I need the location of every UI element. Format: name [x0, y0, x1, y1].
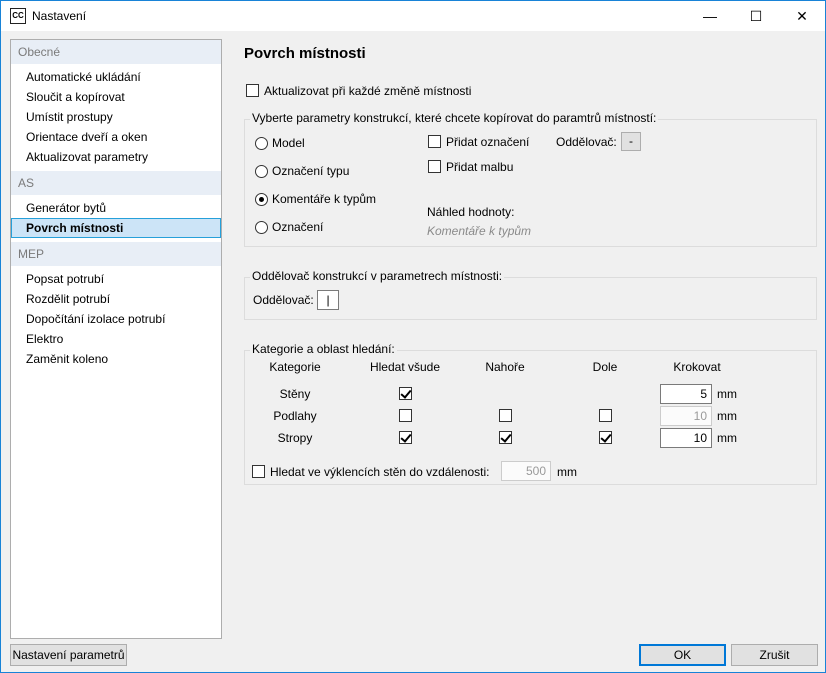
walls-step-unit: mm: [717, 387, 737, 401]
search-group-title: Kategorie a oblast hledání:: [250, 342, 397, 356]
title-bar[interactable]: CC Nastavení — ☐ ✕: [1, 1, 825, 31]
parameter-settings-button[interactable]: Nastavení parametrů: [10, 644, 127, 666]
ceilings-step-unit: mm: [717, 431, 737, 445]
constr-separator-label: Oddělovač:: [253, 293, 314, 307]
col-header-step: Krokovat: [673, 360, 721, 374]
ceilings-top-checkbox[interactable]: [499, 431, 512, 444]
radio-mark[interactable]: [255, 221, 268, 234]
radio-mark-label: Označení: [272, 220, 324, 234]
radio-model-label: Model: [272, 136, 305, 150]
row-ceilings-label: Stropy: [277, 431, 313, 445]
sidebar-item-room-surface[interactable]: Povrch místnosti: [11, 218, 221, 238]
update-on-change-checkbox[interactable]: [246, 84, 259, 97]
ceilings-step-input[interactable]: 10: [660, 428, 712, 448]
radio-type-comments[interactable]: [255, 193, 268, 206]
close-button[interactable]: ✕: [779, 1, 825, 31]
niche-label: Hledat ve výklencích stěn do vzdálenosti…: [270, 465, 490, 479]
radio-type-mark[interactable]: [255, 165, 268, 178]
add-mark-label: Přidat označení: [446, 135, 530, 149]
cancel-button[interactable]: Zrušit: [731, 644, 818, 666]
sidebar-group-general: Obecné: [11, 40, 221, 64]
separator-label: Oddělovač:: [556, 135, 617, 149]
niche-distance-input: 500: [501, 461, 551, 481]
copy-params-group-title: Vyberte parametry konstrukcí, které chce…: [250, 111, 659, 125]
maximize-button[interactable]: ☐: [733, 1, 779, 31]
sidebar-item-apartment-generator[interactable]: Generátor bytů: [11, 198, 221, 218]
radio-type-comments-label: Komentáře k typům: [272, 192, 377, 206]
niche-checkbox[interactable]: [252, 465, 265, 478]
ok-button[interactable]: OK: [639, 644, 726, 666]
separator-group-title: Oddělovač konstrukcí v parametrech místn…: [250, 269, 505, 283]
radio-type-mark-label: Označení typu: [272, 164, 350, 178]
row-floors-label: Podlahy: [273, 409, 317, 423]
sidebar-item-split-pipes[interactable]: Rozdělit potrubí: [11, 289, 221, 309]
floors-step-unit: mm: [717, 409, 737, 423]
sidebar-group-as: AS: [11, 171, 221, 195]
sidebar-item-door-window-orientation[interactable]: Orientace dveří a oken: [11, 127, 221, 147]
sidebar: Obecné Automatické ukládání Sloučit a ko…: [10, 39, 222, 639]
floors-step-input: 10: [660, 406, 712, 426]
add-paint-checkbox[interactable]: [428, 160, 441, 173]
col-header-everywhere: Hledat všude: [369, 360, 441, 374]
window-title: Nastavení: [32, 9, 87, 23]
floors-everywhere-checkbox[interactable]: [399, 409, 412, 422]
settings-window: CC Nastavení — ☐ ✕ Obecné Automatické uk…: [0, 0, 826, 673]
update-on-change-label: Aktualizovat při každé změně místnosti: [264, 84, 472, 98]
preview-value: Komentáře k typům: [427, 224, 532, 238]
constr-separator-input[interactable]: |: [317, 290, 339, 310]
page-title: Povrch místnosti: [244, 45, 366, 62]
minimize-button[interactable]: —: [687, 1, 733, 31]
col-header-top: Nahoře: [485, 360, 525, 374]
row-walls-label: Stěny: [279, 387, 311, 401]
sidebar-item-autosave[interactable]: Automatické ukládání: [11, 67, 221, 87]
add-paint-label: Přidat malbu: [446, 160, 514, 174]
floors-bottom-checkbox[interactable]: [599, 409, 612, 422]
ceilings-bottom-checkbox[interactable]: [599, 431, 612, 444]
sidebar-item-electro[interactable]: Elektro: [11, 329, 221, 349]
sidebar-item-merge-copy[interactable]: Sloučit a kopírovat: [11, 87, 221, 107]
ceilings-everywhere-checkbox[interactable]: [399, 431, 412, 444]
col-header-bottom: Dole: [592, 360, 618, 374]
sidebar-group-mep: MEP: [11, 242, 221, 266]
sidebar-item-update-params[interactable]: Aktualizovat parametry: [11, 147, 221, 167]
col-header-category: Kategorie: [269, 360, 321, 374]
separator-value-field[interactable]: -: [621, 132, 641, 151]
walls-step-input[interactable]: 5: [660, 384, 712, 404]
walls-everywhere-checkbox[interactable]: [399, 387, 412, 400]
add-mark-checkbox[interactable]: [428, 135, 441, 148]
app-icon: CC: [10, 8, 26, 24]
sidebar-item-pipe-insulation[interactable]: Dopočítání izolace potrubí: [11, 309, 221, 329]
floors-top-checkbox[interactable]: [499, 409, 512, 422]
niche-unit: mm: [557, 465, 577, 479]
sidebar-item-place-openings[interactable]: Umístit prostupy: [11, 107, 221, 127]
sidebar-item-swap-elbow[interactable]: Zaměnit koleno: [11, 349, 221, 369]
preview-label: Náhled hodnoty:: [427, 205, 515, 219]
radio-model[interactable]: [255, 137, 268, 150]
sidebar-item-label-pipes[interactable]: Popsat potrubí: [11, 269, 221, 289]
